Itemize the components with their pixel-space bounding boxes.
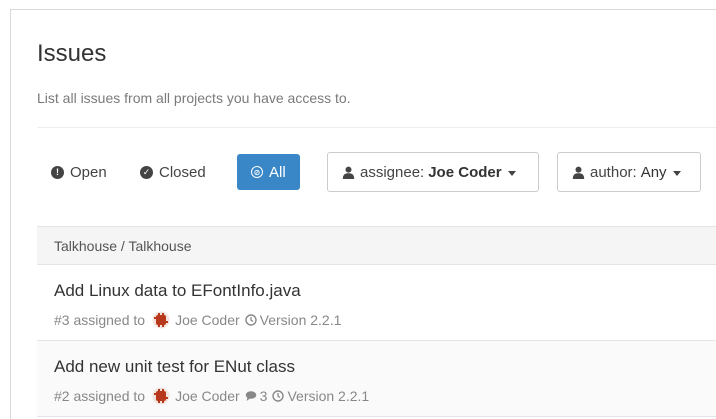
table-row: Add Linux data to EFontInfo.java #3 assi… <box>37 265 716 341</box>
chevron-down-icon <box>507 170 516 176</box>
check-circle-icon: ✓ <box>140 165 153 179</box>
tab-all-label: All <box>269 163 286 181</box>
issue-number: #3 assigned to <box>54 312 146 328</box>
issue-list: Talkhouse / Talkhouse Add Linux data to … <box>37 226 716 417</box>
milestone[interactable]: Version 2.2.1 <box>260 312 342 328</box>
filter-bar: ! Open ✓ Closed ⊘ All assignee: Joe Code… <box>37 152 716 192</box>
assignee-dropdown[interactable]: assignee: Joe Coder <box>327 152 539 192</box>
tab-open[interactable]: ! Open <box>51 154 107 190</box>
issues-panel: Issues List all issues from all projects… <box>10 9 716 419</box>
author-label: author: <box>590 163 637 181</box>
issue-title-link[interactable]: Add new unit test for ENut class <box>54 357 295 377</box>
avatar[interactable] <box>152 387 170 405</box>
assignee-value: Joe Coder <box>428 163 502 181</box>
user-icon <box>572 166 585 179</box>
user-icon <box>342 166 355 179</box>
header-divider <box>37 127 716 128</box>
milestone[interactable]: Version 2.2.1 <box>287 388 369 404</box>
assignee-name[interactable]: Joe Coder <box>175 388 240 404</box>
comments-icon <box>245 391 256 401</box>
page-title: Issues <box>37 40 107 67</box>
assignee-name[interactable]: Joe Coder <box>175 312 240 328</box>
author-dropdown[interactable]: author: Any <box>557 152 701 192</box>
page-subtitle: List all issues from all projects you ha… <box>37 90 351 106</box>
author-value: Any <box>640 163 667 181</box>
tab-all[interactable]: ⊘ All <box>237 154 300 190</box>
avatar[interactable] <box>152 311 170 329</box>
assignee-label: assignee: <box>360 163 425 181</box>
issue-meta: #2 assigned to Joe Coder 3 Version 2.2.1 <box>54 387 369 405</box>
project-group-header: Talkhouse / Talkhouse <box>37 227 716 265</box>
exclamation-circle-icon: ! <box>51 165 64 179</box>
chevron-down-icon <box>672 170 681 176</box>
tab-closed-label: Closed <box>159 163 206 181</box>
ban-circle-icon: ⊘ <box>251 166 263 178</box>
table-row: Add new unit test for ENut class #2 assi… <box>37 341 716 417</box>
tab-open-label: Open <box>70 163 107 181</box>
clock-icon <box>244 314 257 326</box>
tab-closed[interactable]: ✓ Closed <box>140 154 206 190</box>
issue-meta: #3 assigned to Joe Coder Version 2.2.1 <box>54 311 341 329</box>
issue-number: #2 assigned to <box>54 388 146 404</box>
clock-icon <box>272 390 285 402</box>
comment-count: 3 <box>259 388 268 404</box>
issue-title-link[interactable]: Add Linux data to EFontInfo.java <box>54 281 301 301</box>
